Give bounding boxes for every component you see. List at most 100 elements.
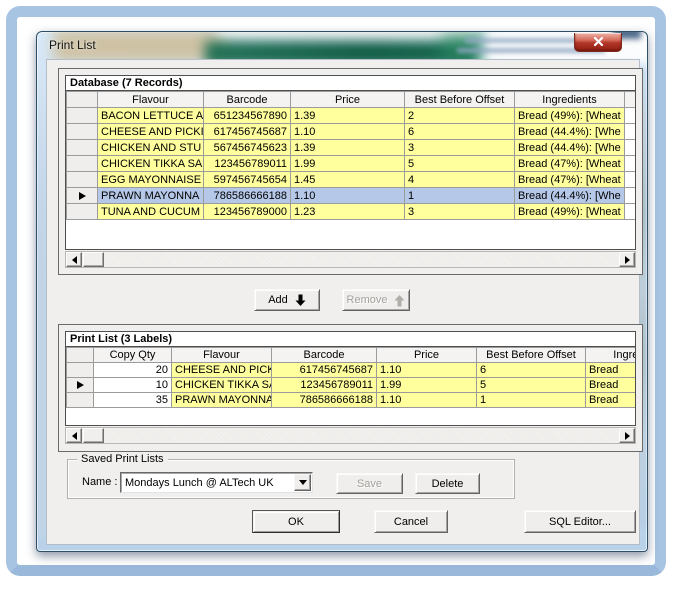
save-button[interactable]: Save <box>336 473 403 494</box>
cell-flavour[interactable]: CHICKEN TIKKA SA <box>172 378 272 393</box>
cell-ingredients[interactable]: Bread <box>586 363 637 378</box>
column-header[interactable]: Flavour <box>172 348 272 363</box>
row-selector[interactable] <box>67 363 94 378</box>
row-selector[interactable] <box>67 108 98 124</box>
remove-button[interactable]: Remove <box>342 289 410 311</box>
cell-price[interactable]: 1.23 <box>291 204 405 220</box>
column-header[interactable]: Ingredients <box>515 92 625 108</box>
table-row[interactable]: BACON LETTUCE A6512345678901.392Bread (4… <box>67 108 636 124</box>
column-header[interactable]: Barcode <box>204 92 291 108</box>
table-row[interactable]: PRAWN MAYONNA7865866661881.101Bread (44.… <box>67 188 636 204</box>
cell-flavour[interactable]: PRAWN MAYONNA <box>98 188 204 204</box>
table-row[interactable]: 35PRAWN MAYONNA7865866661881.101Bread <box>67 393 637 408</box>
cell-best-before-offset[interactable]: 3 <box>405 140 515 156</box>
cell-ingredients[interactable]: Bread (44.4%): [Whe <box>515 124 625 140</box>
cell-copy-qty[interactable]: 20 <box>94 363 172 378</box>
cell-flavour[interactable]: CHEESE AND PICKI <box>172 363 272 378</box>
cell-barcode[interactable]: 617456745687 <box>272 363 377 378</box>
cell-ingredients[interactable]: Bread <box>586 393 637 408</box>
cell-flavour[interactable]: CHEESE AND PICKI <box>98 124 204 140</box>
cell-price[interactable]: 1.45 <box>291 172 405 188</box>
row-selector[interactable] <box>67 124 98 140</box>
cell-ingredients[interactable]: Bread (47%): [Wheat <box>515 172 625 188</box>
row-selector-header[interactable] <box>67 92 98 108</box>
table-row[interactable]: 10CHICKEN TIKKA SA1234567890111.995Bread <box>67 378 637 393</box>
cell-best-before-offset[interactable]: 2 <box>405 108 515 124</box>
add-button[interactable]: Add <box>254 289 320 311</box>
cell-empty[interactable] <box>625 204 636 220</box>
cell-flavour[interactable]: EGG MAYONNAISE <box>98 172 204 188</box>
cell-barcode[interactable]: 786586666188 <box>272 393 377 408</box>
cell-flavour[interactable]: BACON LETTUCE A <box>98 108 204 124</box>
cell-barcode[interactable]: 567456745623 <box>204 140 291 156</box>
column-header[interactable]: Price <box>377 348 477 363</box>
cell-ingredients[interactable]: Bread (44.4%): [Whe <box>515 140 625 156</box>
cell-price[interactable]: 1.99 <box>291 156 405 172</box>
cell-ingredients[interactable]: Bread (47%): [Wheat <box>515 156 625 172</box>
scroll-right-button[interactable] <box>619 428 635 443</box>
cell-price[interactable]: 1.39 <box>291 140 405 156</box>
cell-barcode[interactable]: 651234567890 <box>204 108 291 124</box>
cell-price[interactable]: 1.10 <box>377 393 477 408</box>
cell-empty[interactable] <box>625 188 636 204</box>
cell-price[interactable]: 1.10 <box>291 188 405 204</box>
row-selector[interactable] <box>67 378 94 393</box>
cell-best-before-offset[interactable]: 3 <box>405 204 515 220</box>
cell-best-before-offset[interactable]: 4 <box>405 172 515 188</box>
cell-empty[interactable] <box>625 108 636 124</box>
cell-best-before-offset[interactable]: 6 <box>405 124 515 140</box>
cell-best-before-offset[interactable]: 5 <box>405 156 515 172</box>
cell-barcode[interactable]: 123456789011 <box>272 378 377 393</box>
cell-flavour[interactable]: PRAWN MAYONNA <box>172 393 272 408</box>
cell-barcode[interactable]: 123456789000 <box>204 204 291 220</box>
column-header[interactable]: Copy Qty <box>94 348 172 363</box>
cell-price[interactable]: 1.39 <box>291 108 405 124</box>
cell-flavour[interactable]: TUNA AND CUCUM <box>98 204 204 220</box>
saved-list-combobox[interactable]: Mondays Lunch @ ALTech UK <box>120 472 313 493</box>
print-list-h-scrollbar[interactable] <box>65 427 636 444</box>
column-header[interactable]: Best Before Offset <box>477 348 586 363</box>
row-selector-header[interactable] <box>67 348 94 363</box>
row-selector[interactable] <box>67 204 98 220</box>
cell-empty[interactable] <box>625 140 636 156</box>
cell-best-before-offset[interactable]: 6 <box>477 363 586 378</box>
row-selector[interactable] <box>67 172 98 188</box>
ok-button[interactable]: OK <box>252 510 340 533</box>
row-selector[interactable] <box>67 188 98 204</box>
cell-empty[interactable] <box>625 124 636 140</box>
cell-copy-qty[interactable]: 35 <box>94 393 172 408</box>
column-header[interactable]: Price <box>291 92 405 108</box>
scrollbar-thumb[interactable] <box>83 428 104 443</box>
title-bar[interactable]: Print List <box>37 32 647 59</box>
table-row[interactable]: 20CHEESE AND PICKI6174567456871.106Bread <box>67 363 637 378</box>
table-row[interactable]: EGG MAYONNAISE5974567456541.454Bread (47… <box>67 172 636 188</box>
cell-ingredients[interactable]: Bread (49%): [Wheat <box>515 204 625 220</box>
cell-ingredients[interactable]: Bread (44.4%): [Whe <box>515 188 625 204</box>
cell-flavour[interactable]: CHICKEN AND STU <box>98 140 204 156</box>
cell-flavour[interactable]: CHICKEN TIKKA SA <box>98 156 204 172</box>
cell-price[interactable]: 1.10 <box>377 363 477 378</box>
scrollbar-track[interactable] <box>82 428 619 443</box>
cell-ingredients[interactable]: Bread <box>586 378 637 393</box>
table-row[interactable]: TUNA AND CUCUM1234567890001.233Bread (49… <box>67 204 636 220</box>
cell-barcode[interactable]: 123456789011 <box>204 156 291 172</box>
cell-best-before-offset[interactable]: 1 <box>477 393 586 408</box>
close-button[interactable] <box>574 33 622 52</box>
row-selector[interactable] <box>67 140 98 156</box>
column-header[interactable]: Barcode <box>272 348 377 363</box>
table-row[interactable]: CHICKEN AND STU5674567456231.393Bread (4… <box>67 140 636 156</box>
cell-price[interactable]: 1.99 <box>377 378 477 393</box>
column-header[interactable]: Ingredients <box>586 348 637 363</box>
delete-button[interactable]: Delete <box>415 473 480 494</box>
scrollbar-thumb[interactable] <box>83 252 104 267</box>
cell-ingredients[interactable]: Bread (49%): [Wheat <box>515 108 625 124</box>
cell-barcode[interactable]: 597456745654 <box>204 172 291 188</box>
cancel-button[interactable]: Cancel <box>374 510 448 533</box>
sql-editor-button[interactable]: SQL Editor... <box>524 510 636 533</box>
combobox-dropdown-button[interactable] <box>294 474 311 491</box>
table-row[interactable]: CHICKEN TIKKA SA1234567890111.995Bread (… <box>67 156 636 172</box>
column-header[interactable]: Flavour <box>98 92 204 108</box>
cell-barcode[interactable]: 617456745687 <box>204 124 291 140</box>
table-row[interactable]: CHEESE AND PICKI6174567456871.106Bread (… <box>67 124 636 140</box>
cell-empty[interactable] <box>625 156 636 172</box>
